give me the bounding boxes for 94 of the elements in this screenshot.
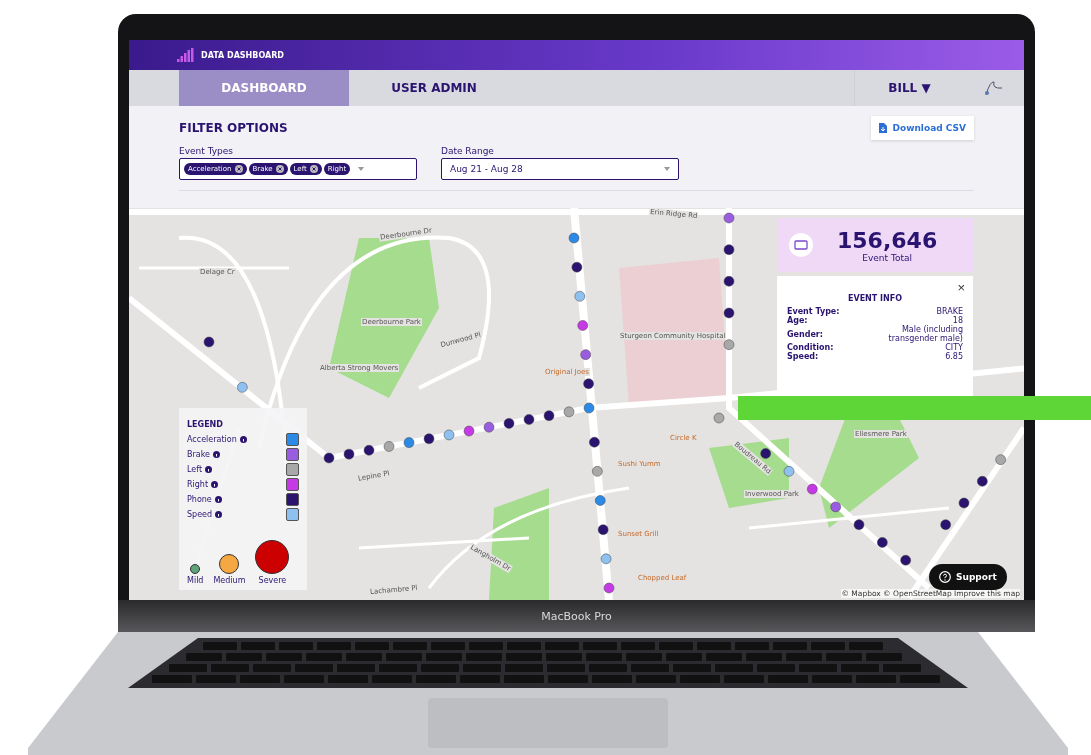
event-marker[interactable]: [853, 519, 865, 530]
event-marker[interactable]: [543, 410, 555, 421]
info-value: Male (including transgender male): [887, 325, 963, 343]
laptop-model-label: MacBook Pro: [541, 609, 612, 623]
event-marker[interactable]: [595, 495, 606, 506]
legend-title: LEGEND: [187, 420, 224, 429]
event-marker[interactable]: [760, 448, 771, 459]
event-marker[interactable]: [807, 483, 818, 495]
bar-chart-icon: [177, 48, 195, 62]
event-marker[interactable]: [383, 441, 395, 452]
event-marker[interactable]: [580, 349, 591, 360]
caret-icon: [358, 167, 365, 171]
event-marker[interactable]: [783, 466, 795, 477]
event-marker[interactable]: [603, 582, 615, 594]
ticket-icon: [789, 233, 813, 257]
info-icon[interactable]: [205, 466, 213, 473]
legend-label: Acceleration: [187, 435, 237, 444]
download-csv-button[interactable]: Download CSV: [871, 116, 974, 140]
event-marker[interactable]: [723, 212, 735, 224]
remove-icon[interactable]: [234, 165, 243, 173]
legend-label: Speed: [187, 510, 213, 519]
event-marker[interactable]: [600, 553, 612, 565]
event-marker[interactable]: [574, 291, 586, 302]
info-value: BRAKE: [936, 307, 963, 316]
event-marker[interactable]: [877, 537, 888, 548]
remove-icon[interactable]: [309, 165, 318, 173]
nav-tab[interactable]: USER ADMIN: [349, 70, 519, 106]
info-icon[interactable]: [212, 451, 220, 458]
app-title: DATA DASHBOARD: [201, 50, 284, 60]
event-marker[interactable]: [583, 378, 594, 390]
info-icon[interactable]: [215, 511, 223, 518]
event-marker[interactable]: [343, 448, 355, 460]
event-marker[interactable]: [237, 382, 248, 393]
event-marker[interactable]: [900, 554, 911, 566]
info-value: 18: [952, 316, 963, 325]
event-marker[interactable]: [523, 414, 535, 425]
field-label: Date Range: [441, 146, 495, 156]
event-marker[interactable]: [423, 433, 435, 444]
field-label: Event Types: [179, 146, 234, 156]
severity-label: Mild: [187, 576, 204, 585]
date-range-select[interactable]: Aug 21 - Aug 28: [441, 158, 679, 180]
info-key: Speed:: [787, 352, 819, 361]
event-marker[interactable]: [568, 232, 580, 244]
info-icon[interactable]: [239, 436, 247, 443]
event-marker[interactable]: [363, 445, 375, 456]
event-marker[interactable]: [563, 406, 575, 418]
file-download-icon: [879, 123, 888, 133]
event-marker[interactable]: [977, 476, 988, 487]
info-value: 6.85: [945, 352, 963, 361]
event-marker[interactable]: [463, 425, 475, 437]
event-marker[interactable]: [571, 261, 583, 273]
event-total-label: Event Total: [861, 252, 913, 263]
event-marker[interactable]: [592, 466, 603, 477]
event-marker[interactable]: [713, 412, 725, 424]
event-marker[interactable]: [597, 524, 609, 535]
event-marker[interactable]: [589, 436, 600, 448]
filter-title: FILTER OPTIONS: [179, 121, 288, 135]
event-marker[interactable]: [503, 418, 515, 429]
severity-label: Severe: [258, 576, 287, 585]
event-marker[interactable]: [723, 307, 735, 319]
event-marker[interactable]: [940, 519, 951, 530]
event-info-title: EVENT INFO: [847, 294, 903, 303]
event-marker[interactable]: [583, 402, 595, 414]
legend-label: Right: [187, 480, 209, 489]
event-marker[interactable]: [830, 501, 841, 513]
info-value: CITY: [945, 343, 963, 352]
info-icon[interactable]: [214, 496, 222, 503]
event-marker[interactable]: [958, 497, 970, 509]
event-marker[interactable]: [723, 276, 735, 287]
severity-label: Medium: [213, 576, 246, 585]
event-marker[interactable]: [483, 422, 495, 433]
info-key: Event Type:: [787, 307, 840, 316]
user-menu[interactable]: BILL ▼: [854, 70, 964, 106]
event-marker[interactable]: [577, 320, 588, 331]
support-button[interactable]: Support: [929, 564, 1007, 590]
close-button[interactable]: ×: [957, 280, 965, 295]
legend-label: Left: [187, 465, 203, 474]
help-icon: [939, 571, 951, 583]
event-marker[interactable]: [203, 336, 215, 348]
info-icon[interactable]: [211, 481, 219, 488]
event-marker[interactable]: [403, 437, 415, 448]
event-marker[interactable]: [995, 454, 1006, 465]
info-key: Condition:: [787, 343, 834, 352]
legend-label: Phone: [187, 495, 212, 504]
legend-label: Brake: [187, 450, 210, 459]
event-marker[interactable]: [723, 244, 735, 255]
event-marker[interactable]: [723, 339, 735, 350]
caret-icon: [664, 167, 670, 171]
remove-icon[interactable]: [275, 165, 284, 173]
event-marker[interactable]: [323, 452, 335, 464]
info-key: Gender:: [787, 329, 823, 339]
info-key: Age:: [787, 316, 808, 325]
event-marker[interactable]: [443, 429, 455, 441]
event-total-value: 156,646: [837, 227, 938, 253]
